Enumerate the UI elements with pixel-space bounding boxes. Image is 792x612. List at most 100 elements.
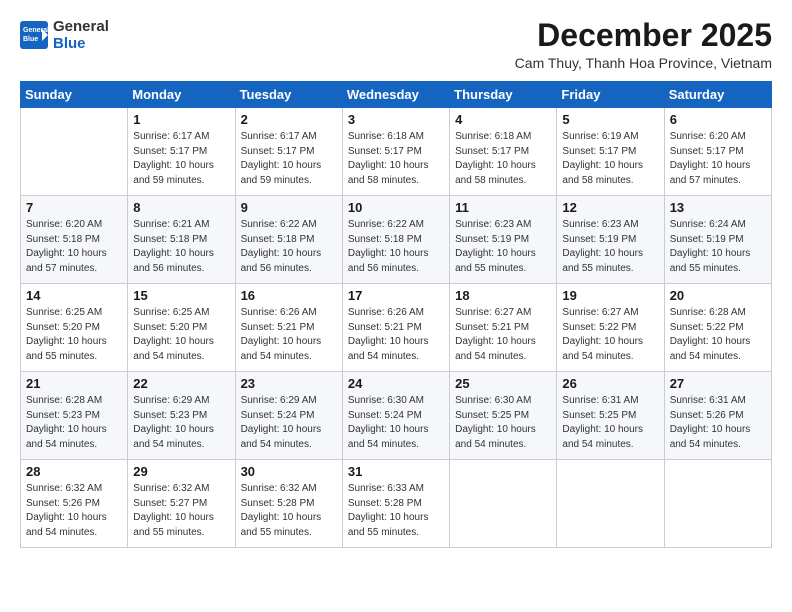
- svg-text:Blue: Blue: [23, 36, 38, 43]
- calendar-cell: 13Sunrise: 6:24 AM Sunset: 5:19 PM Dayli…: [664, 196, 771, 284]
- calendar-cell: [450, 460, 557, 548]
- day-number: 5: [562, 112, 658, 127]
- calendar-cell: [21, 108, 128, 196]
- calendar-week-3: 14 Sunrise: 6:25 AM Sunset: 5:20 PM Dayli…: [21, 284, 772, 372]
- day-info: Sunrise: 6:32 AM Sunset: 5:28 PM Dayligh…: [241, 482, 337, 540]
- day-info: Sunrise: 6:27 AM Sunset: 5:21 PM Dayligh…: [455, 306, 551, 364]
- logo-area: General Blue General Blue: [20, 18, 109, 53]
- calendar-cell: 3Sunrise: 6:18 AM Sunset: 5:17 PM Daylig…: [342, 108, 449, 196]
- day-info: Sunrise: 6:18 AM Sunset: 5:17 PM Dayligh…: [455, 130, 551, 188]
- calendar-cell: 4 Sunrise: 6:18 AM Sunset: 5:17 PM Daylig…: [450, 108, 557, 196]
- day-number: 18: [455, 288, 551, 303]
- day-info: Sunrise: 6:25 AM Sunset: 5:20 PM Dayligh…: [133, 306, 229, 364]
- col-saturday: Saturday: [664, 82, 771, 108]
- day-info: Sunrise: 6:31 AM Sunset: 5:26 PM Dayligh…: [670, 394, 766, 452]
- calendar-cell: 9Sunrise: 6:22 AM Sunset: 5:18 PM Daylig…: [235, 196, 342, 284]
- day-number: 8: [133, 200, 229, 215]
- col-wednesday: Wednesday: [342, 82, 449, 108]
- day-info: Sunrise: 6:32 AM Sunset: 5:26 PM Dayligh…: [26, 482, 122, 540]
- day-info: Sunrise: 6:20 AM Sunset: 5:17 PM Dayligh…: [670, 130, 766, 188]
- day-number: 2: [241, 112, 337, 127]
- calendar-cell: 11 Sunrise: 6:23 AM Sunset: 5:19 PM Dayli…: [450, 196, 557, 284]
- day-number: 27: [670, 376, 766, 391]
- calendar-cell: 16Sunrise: 6:26 AM Sunset: 5:21 PM Dayli…: [235, 284, 342, 372]
- title-area: December 2025 Cam Thuy, Thanh Hoa Provin…: [515, 18, 772, 71]
- calendar-body: 1Sunrise: 6:17 AM Sunset: 5:17 PM Daylig…: [21, 108, 772, 548]
- calendar-cell: 30 Sunrise: 6:32 AM Sunset: 5:28 PM Dayli…: [235, 460, 342, 548]
- col-sunday: Sunday: [21, 82, 128, 108]
- calendar-cell: 21 Sunrise: 6:28 AM Sunset: 5:23 PM Dayli…: [21, 372, 128, 460]
- day-number: 12: [562, 200, 658, 215]
- calendar-cell: 7 Sunrise: 6:20 AM Sunset: 5:18 PM Daylig…: [21, 196, 128, 284]
- header-row: Sunday Monday Tuesday Wednesday Thursday…: [21, 82, 772, 108]
- day-number: 26: [562, 376, 658, 391]
- calendar-cell: 1Sunrise: 6:17 AM Sunset: 5:17 PM Daylig…: [128, 108, 235, 196]
- page-container: General Blue General Blue December 2025 …: [20, 18, 772, 548]
- subtitle: Cam Thuy, Thanh Hoa Province, Vietnam: [515, 55, 772, 71]
- day-number: 31: [348, 464, 444, 479]
- calendar-cell: 28 Sunrise: 6:32 AM Sunset: 5:26 PM Dayli…: [21, 460, 128, 548]
- calendar-cell: 19 Sunrise: 6:27 AM Sunset: 5:22 PM Dayli…: [557, 284, 664, 372]
- day-number: 19: [562, 288, 658, 303]
- day-number: 20: [670, 288, 766, 303]
- day-info: Sunrise: 6:21 AM Sunset: 5:18 PM Dayligh…: [133, 218, 229, 276]
- calendar-week-5: 28 Sunrise: 6:32 AM Sunset: 5:26 PM Dayli…: [21, 460, 772, 548]
- col-thursday: Thursday: [450, 82, 557, 108]
- day-info: Sunrise: 6:27 AM Sunset: 5:22 PM Dayligh…: [562, 306, 658, 364]
- calendar-cell: 6 Sunrise: 6:20 AM Sunset: 5:17 PM Daylig…: [664, 108, 771, 196]
- day-number: 22: [133, 376, 229, 391]
- calendar-week-2: 7 Sunrise: 6:20 AM Sunset: 5:18 PM Daylig…: [21, 196, 772, 284]
- calendar-cell: 20 Sunrise: 6:28 AM Sunset: 5:22 PM Dayli…: [664, 284, 771, 372]
- day-info: Sunrise: 6:30 AM Sunset: 5:24 PM Dayligh…: [348, 394, 444, 452]
- day-info: Sunrise: 6:25 AM Sunset: 5:20 PM Dayligh…: [26, 306, 122, 364]
- day-info: Sunrise: 6:28 AM Sunset: 5:23 PM Dayligh…: [26, 394, 122, 452]
- day-info: Sunrise: 6:30 AM Sunset: 5:25 PM Dayligh…: [455, 394, 551, 452]
- day-number: 29: [133, 464, 229, 479]
- calendar-cell: 29 Sunrise: 6:32 AM Sunset: 5:27 PM Dayli…: [128, 460, 235, 548]
- calendar-cell: 23 Sunrise: 6:29 AM Sunset: 5:24 PM Dayli…: [235, 372, 342, 460]
- day-number: 25: [455, 376, 551, 391]
- day-number: 28: [26, 464, 122, 479]
- calendar-cell: 18 Sunrise: 6:27 AM Sunset: 5:21 PM Dayli…: [450, 284, 557, 372]
- calendar-cell: 27 Sunrise: 6:31 AM Sunset: 5:26 PM Dayli…: [664, 372, 771, 460]
- day-number: 14: [26, 288, 122, 303]
- day-info: Sunrise: 6:17 AM Sunset: 5:17 PM Dayligh…: [241, 130, 337, 188]
- calendar-cell: 24 Sunrise: 6:30 AM Sunset: 5:24 PM Dayli…: [342, 372, 449, 460]
- calendar-cell: 14 Sunrise: 6:25 AM Sunset: 5:20 PM Dayli…: [21, 284, 128, 372]
- calendar-cell: 8 Sunrise: 6:21 AM Sunset: 5:18 PM Daylig…: [128, 196, 235, 284]
- day-number: 11: [455, 200, 551, 215]
- day-info: Sunrise: 6:20 AM Sunset: 5:18 PM Dayligh…: [26, 218, 122, 276]
- day-info: Sunrise: 6:17 AM Sunset: 5:17 PM Dayligh…: [133, 130, 229, 188]
- calendar-table: Sunday Monday Tuesday Wednesday Thursday…: [20, 81, 772, 548]
- day-info: Sunrise: 6:29 AM Sunset: 5:23 PM Dayligh…: [133, 394, 229, 452]
- calendar-cell: 12Sunrise: 6:23 AM Sunset: 5:19 PM Dayli…: [557, 196, 664, 284]
- calendar-cell: 15 Sunrise: 6:25 AM Sunset: 5:20 PM Dayli…: [128, 284, 235, 372]
- day-number: 7: [26, 200, 122, 215]
- day-number: 30: [241, 464, 337, 479]
- main-title: December 2025: [515, 18, 772, 53]
- day-info: Sunrise: 6:29 AM Sunset: 5:24 PM Dayligh…: [241, 394, 337, 452]
- header: General Blue General Blue December 2025 …: [20, 18, 772, 71]
- calendar-header: Sunday Monday Tuesday Wednesday Thursday…: [21, 82, 772, 108]
- day-number: 21: [26, 376, 122, 391]
- day-info: Sunrise: 6:19 AM Sunset: 5:17 PM Dayligh…: [562, 130, 658, 188]
- logo-text: General Blue: [53, 18, 109, 53]
- day-info: Sunrise: 6:22 AM Sunset: 5:18 PM Dayligh…: [241, 218, 337, 276]
- day-number: 15: [133, 288, 229, 303]
- day-number: 10: [348, 200, 444, 215]
- calendar-cell: 31 Sunrise: 6:33 AM Sunset: 5:28 PM Dayli…: [342, 460, 449, 548]
- day-info: Sunrise: 6:26 AM Sunset: 5:21 PM Dayligh…: [241, 306, 337, 364]
- day-number: 6: [670, 112, 766, 127]
- day-info: Sunrise: 6:32 AM Sunset: 5:27 PM Dayligh…: [133, 482, 229, 540]
- calendar-cell: 17Sunrise: 6:26 AM Sunset: 5:21 PM Dayli…: [342, 284, 449, 372]
- day-number: 24: [348, 376, 444, 391]
- day-info: Sunrise: 6:28 AM Sunset: 5:22 PM Dayligh…: [670, 306, 766, 364]
- day-info: Sunrise: 6:26 AM Sunset: 5:21 PM Dayligh…: [348, 306, 444, 364]
- day-number: 3: [348, 112, 444, 127]
- day-info: Sunrise: 6:33 AM Sunset: 5:28 PM Dayligh…: [348, 482, 444, 540]
- day-number: 4: [455, 112, 551, 127]
- calendar-cell: 2 Sunrise: 6:17 AM Sunset: 5:17 PM Daylig…: [235, 108, 342, 196]
- day-info: Sunrise: 6:23 AM Sunset: 5:19 PM Dayligh…: [455, 218, 551, 276]
- logo-icon: General Blue: [20, 21, 50, 49]
- day-number: 23: [241, 376, 337, 391]
